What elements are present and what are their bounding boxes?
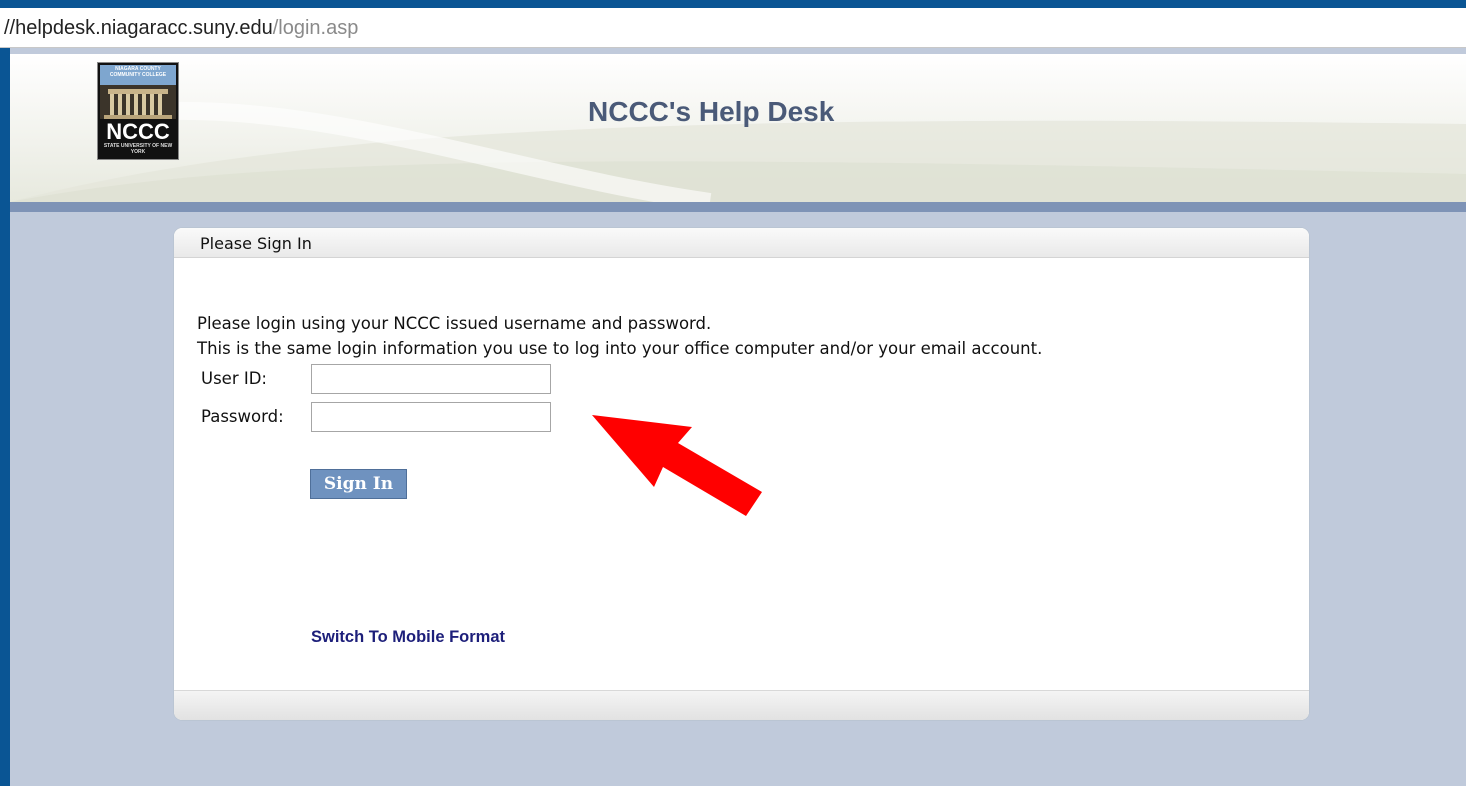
userid-label: User ID: [201, 369, 267, 388]
red-arrow-icon [592, 415, 762, 516]
login-instruction-line-1: Please login using your NCCC issued user… [197, 314, 712, 333]
panel-header: Please Sign In [174, 228, 1309, 258]
site-title: NCCC's Help Desk [588, 96, 835, 127]
logo-top-text: NIAGARA COUNTY COMMUNITY COLLEGE [109, 66, 167, 78]
address-path: /login.asp [272, 17, 359, 39]
logo-subtitle: STATE UNIVERSITY OF NEW YORK [103, 143, 173, 155]
site-header: NIAGARA COUNTY COMMUNITY COLLEGE NCCC ST… [10, 54, 1466, 202]
window-frame-left [0, 0, 10, 786]
window-frame-top [0, 0, 1466, 8]
address-host: //helpdesk.niagaracc.suny.edu [4, 17, 273, 39]
password-label: Password: [201, 407, 284, 426]
sign-in-button[interactable]: Sign In [310, 469, 407, 499]
login-instruction-line-2: This is the same login information you u… [197, 339, 1043, 358]
panel-footer [174, 690, 1309, 720]
address-url[interactable]: //helpdesk.niagaracc.suny.edu/login.asp [4, 17, 358, 40]
switch-to-mobile-link[interactable]: Switch To Mobile Format [311, 628, 505, 647]
address-bar[interactable]: //helpdesk.niagaracc.suny.edu/login.asp [0, 8, 1466, 48]
building-icon [100, 85, 176, 119]
password-input[interactable] [311, 402, 551, 432]
logo-wordmark: NCCC [106, 119, 170, 144]
college-logo[interactable]: NIAGARA COUNTY COMMUNITY COLLEGE NCCC ST… [97, 62, 179, 160]
userid-input[interactable] [311, 364, 551, 394]
header-divider [10, 202, 1466, 212]
header-swoosh [10, 101, 1466, 202]
panel-title: Please Sign In [200, 234, 312, 253]
